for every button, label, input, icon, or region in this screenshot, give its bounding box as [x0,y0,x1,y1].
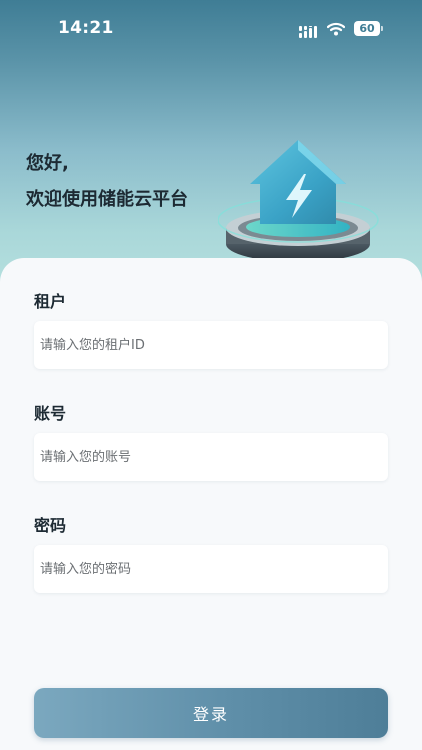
password-label: 密码 [34,516,67,535]
status-time: 14:21 [58,18,114,38]
password-input[interactable] [34,545,388,593]
tenant-label: 租户 [34,292,67,311]
greeting-line-2: 欢迎使用储能云平台 [26,189,188,210]
battery-icon: 60 [354,21,383,36]
battery-level: 60 [354,21,380,36]
wifi-icon [326,21,346,40]
signal-icon [299,23,319,42]
greeting: 您好, 欢迎使用储能云平台 [26,146,188,218]
greeting-line-1: 您好, [26,153,69,174]
account-label: 账号 [34,404,67,423]
account-input[interactable] [34,433,388,481]
energy-storage-house-lightning-icon [217,132,388,266]
login-button[interactable]: 登录 [34,688,388,738]
status-bar: 14:21 60 [0,0,422,58]
tenant-id-input[interactable] [34,321,388,369]
